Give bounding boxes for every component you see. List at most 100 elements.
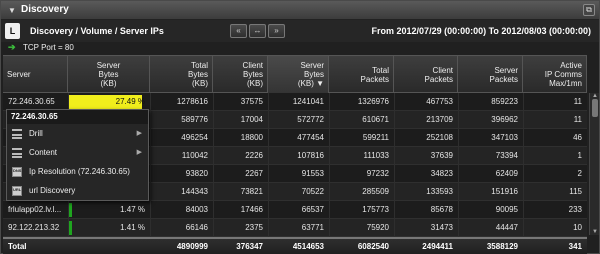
cell-client-packets: 31473 <box>430 223 453 232</box>
column-header-server-bytes-pct[interactable]: Server Bytes (KB) <box>68 56 150 93</box>
totals-server-packets: 3588129 <box>486 242 518 251</box>
column-header-client-packets[interactable]: Client Packets <box>394 56 458 93</box>
totals-server-bytes: 4514653 <box>292 242 324 251</box>
context-menu-item-url-discovery[interactable]: URL url Discovery <box>7 182 148 200</box>
column-divider <box>329 93 330 237</box>
toolbar: L Discovery / Volume / Server IPs « ↔ » … <box>1 20 599 42</box>
totals-client-bytes: 376347 <box>236 242 263 251</box>
cell-total-packets: 97232 <box>366 169 389 178</box>
cell-server-packets: 90095 <box>495 205 518 214</box>
percent-value: 27.49 % <box>115 97 145 106</box>
cell-total-packets: 175773 <box>362 205 389 214</box>
cell-server-packets: 44447 <box>495 223 518 232</box>
cell-server-bytes-pct: 1.41 % <box>68 219 150 237</box>
cell-total-bytes: 93820 <box>185 169 208 178</box>
scroll-down-icon[interactable]: ▼ <box>591 229 599 235</box>
dns-icon: DNS <box>12 167 22 177</box>
cell-client-bytes: 2375 <box>245 223 263 232</box>
column-header-server-packets[interactable]: Server Packets <box>458 56 523 93</box>
column-divider <box>523 93 524 237</box>
cell-active: 2 <box>577 169 582 178</box>
breadcrumb: Discovery / Volume / Server IPs <box>30 26 164 36</box>
cell-server-packets: 62409 <box>495 169 518 178</box>
totals-total-packets: 6082540 <box>357 242 389 251</box>
date-range: From 2012/07/29 (00:00:00) To 2012/08/03… <box>371 26 591 36</box>
cell-client-packets: 467753 <box>426 97 453 106</box>
column-header-server[interactable]: Server <box>3 56 68 93</box>
discovery-panel: ▼ Discovery ⧉ L Discovery / Volume / Ser… <box>0 0 600 254</box>
url-icon: URL <box>12 186 22 196</box>
cell-server-bytes: 1241041 <box>292 97 324 106</box>
cell-server-packets: 859223 <box>491 97 518 106</box>
nav-next-button[interactable]: » <box>268 24 285 38</box>
submenu-arrow-icon: ▶ <box>136 130 142 137</box>
cell-server-bytes-pct: 1.47 % <box>68 201 150 219</box>
cell-client-bytes: 17466 <box>240 205 263 214</box>
filter-text[interactable]: TCP Port = 80 <box>23 43 74 52</box>
cell-server-bytes: 70522 <box>301 187 324 196</box>
context-menu-header: 72.246.30.65 <box>7 110 148 124</box>
totals-active: 341 <box>568 242 582 251</box>
cell-client-bytes: 37575 <box>240 97 263 106</box>
totals-client-packets: 2494411 <box>422 242 453 251</box>
cell-client-packets: 252108 <box>426 133 453 142</box>
cell-client-bytes: 18800 <box>240 133 263 142</box>
cell-client-bytes: 2267 <box>245 169 263 178</box>
cell-total-bytes: 66146 <box>185 223 208 232</box>
title-bar: ▼ Discovery ⧉ <box>1 1 599 20</box>
cell-active: 10 <box>573 223 582 232</box>
column-header-total-bytes[interactable]: Total Bytes (KB) <box>150 56 213 93</box>
cell-server-packets: 73394 <box>495 151 518 160</box>
cell-server-bytes: 572772 <box>297 115 324 124</box>
cell-server-bytes: 63771 <box>301 223 324 232</box>
cell-total-packets: 1326976 <box>357 97 389 106</box>
totals-row: Total 4890999 376347 4514653 6082540 249… <box>3 237 587 254</box>
cell-client-bytes: 17004 <box>240 115 263 124</box>
cell-client-bytes: 2226 <box>245 151 263 160</box>
filter-arrow-icon: ➔ <box>8 42 16 52</box>
totals-label: Total <box>8 242 27 251</box>
cell-client-packets: 85678 <box>430 205 453 214</box>
column-header-server-bytes-sorted[interactable]: Server Bytes (KB) ▼ <box>268 56 329 93</box>
context-menu-item-ip-resolution[interactable]: DNS Ip Resolution (72.246.30.65) <box>7 163 148 181</box>
nav-previous-button[interactable]: « <box>230 24 247 38</box>
cell-active: 11 <box>573 97 582 106</box>
cell-client-packets: 133593 <box>426 187 453 196</box>
cell-server-packets: 151916 <box>491 187 518 196</box>
cell-client-bytes: 73821 <box>240 187 263 196</box>
vertical-scrollbar[interactable]: ▲ ▼ <box>589 93 599 235</box>
column-header-active-ip-comms[interactable]: Active IP Comms Max/1mn <box>523 56 587 93</box>
nav-swap-button[interactable]: ↔ <box>249 24 266 38</box>
column-divider <box>213 93 214 237</box>
percent-value: 1.47 % <box>120 205 145 214</box>
cell-active: 11 <box>573 115 582 124</box>
cell-total-bytes: 496254 <box>181 133 208 142</box>
app-logo: L <box>5 23 20 39</box>
cell-client-packets: 37639 <box>430 151 453 160</box>
list-icon <box>12 129 22 139</box>
cell-total-bytes: 589776 <box>181 115 208 124</box>
cell-server: frlulapp02.lv.l... <box>8 205 62 214</box>
scroll-thumb[interactable] <box>592 99 598 117</box>
cell-active: 233 <box>568 205 582 214</box>
table-row[interactable]: 92.122.213.32 1.41 % 66146 2375 63771 75920 31… <box>3 219 587 237</box>
column-header-client-bytes[interactable]: Client Bytes (KB) <box>213 56 268 93</box>
collapse-triangle-icon[interactable]: ▼ <box>8 6 16 15</box>
cell-total-bytes: 84003 <box>185 205 208 214</box>
column-divider <box>458 93 459 237</box>
cell-total-bytes: 1278616 <box>176 97 208 106</box>
cell-total-packets: 111033 <box>363 151 389 160</box>
context-menu-item-drill[interactable]: Drill ▶ <box>7 125 148 143</box>
cell-total-bytes: 144343 <box>181 187 208 196</box>
cell-total-packets: 610671 <box>362 115 389 124</box>
table-row[interactable]: frlulapp02.lv.l... 1.47 % 84003 17466 66537 1… <box>3 201 587 219</box>
context-menu-item-content[interactable]: Content ▶ <box>7 144 148 162</box>
cell-total-packets: 285509 <box>362 187 389 196</box>
cell-active: 1 <box>577 151 582 160</box>
context-menu: 72.246.30.65 Drill ▶ Content ▶ DNS Ip Re… <box>6 109 149 201</box>
panel-title: Discovery <box>21 4 69 15</box>
cell-server: 92.122.213.32 <box>8 223 60 232</box>
column-header-total-packets[interactable]: Total Packets <box>329 56 394 93</box>
window-restore-icon[interactable]: ⧉ <box>583 4 595 16</box>
table-header: Server Server Bytes (KB) Total Bytes (KB… <box>3 55 587 93</box>
